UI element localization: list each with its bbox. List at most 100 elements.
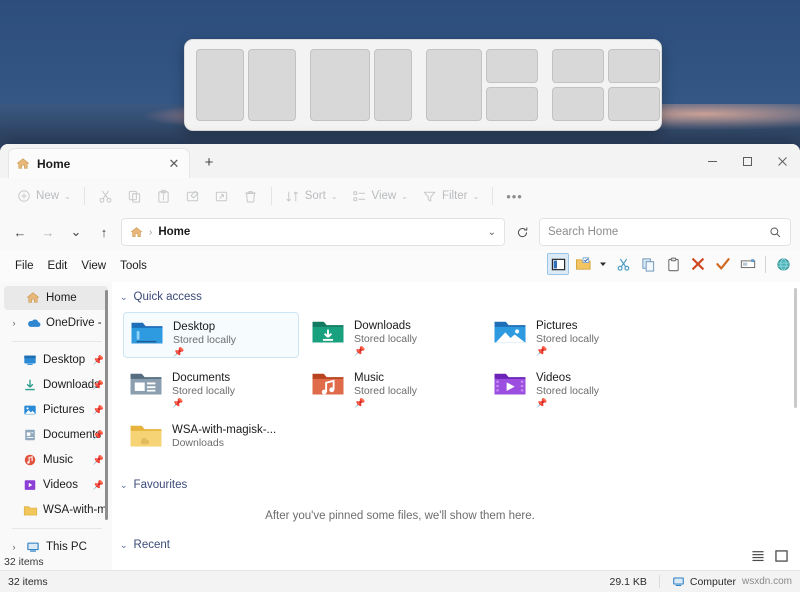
tiles-view-icon[interactable] (775, 550, 788, 562)
snap-zone[interactable] (248, 49, 296, 121)
quick-access-item-videos[interactable]: Videos Stored locally 📌 (487, 364, 663, 410)
sidebar-item-music[interactable]: Music 📌 (4, 448, 108, 472)
content-scrollbar[interactable] (794, 288, 797, 408)
sidebar-item-documents[interactable]: Documents 📌 (4, 423, 108, 447)
search-input[interactable]: Search Home (548, 226, 769, 238)
view-button[interactable]: View ⌄ (345, 185, 415, 208)
snap-zone[interactable] (552, 87, 604, 121)
sidebar-item-downloads[interactable]: Downloads 📌 (4, 373, 108, 397)
item-subtitle: Stored locally (536, 333, 599, 345)
status-size: 29.1 KB (610, 576, 647, 588)
see-more-button[interactable]: ••• (499, 185, 530, 208)
chevron-down-icon: ⌄ (120, 480, 128, 491)
section-header-recent[interactable]: ⌄ Recent (120, 534, 800, 556)
share-button[interactable] (207, 185, 236, 208)
delete-red-x-icon[interactable] (687, 253, 709, 275)
delete-button[interactable] (236, 185, 265, 208)
address-bar[interactable]: › Home ⌄ (121, 218, 505, 246)
item-subtitle: Stored locally (173, 334, 236, 346)
menu-view[interactable]: View (74, 258, 113, 274)
open-folder-icon[interactable] (572, 253, 594, 275)
snap-layouts-flyout[interactable] (184, 39, 662, 131)
snap-zone[interactable] (310, 49, 370, 121)
up-button[interactable]: ↑ (93, 221, 115, 243)
sort-label: Sort (305, 190, 326, 202)
sidebar-scrollbar[interactable] (105, 290, 108, 520)
section-header-quick-access[interactable]: ⌄ Quick access (120, 286, 800, 308)
filter-button[interactable]: Filter ⌄ (415, 185, 486, 208)
chevron-right-icon[interactable]: › (8, 318, 20, 328)
panes-toggle-icon[interactable] (547, 253, 569, 275)
cut-icon[interactable] (612, 253, 634, 275)
menu-edit[interactable]: Edit (41, 258, 75, 274)
sidebar-item-wsa[interactable]: WSA-with-ma (4, 498, 108, 522)
search-icon (769, 226, 782, 239)
new-tab-button[interactable]: + (200, 154, 218, 171)
chevron-down-icon[interactable]: ⌄ (488, 227, 496, 238)
command-bar: New ⌄ Sort ⌄ View ⌄ (0, 178, 800, 214)
breadcrumb-separator: › (149, 227, 152, 238)
documents-folder-icon (129, 369, 163, 399)
minimize-button[interactable] (695, 144, 730, 178)
paste-icon (156, 189, 171, 204)
new-button[interactable]: New ⌄ (10, 185, 78, 207)
quick-access-item-documents[interactable]: Documents Stored locally 📌 (123, 364, 299, 410)
sidebar-item-home[interactable]: › Home (4, 286, 108, 310)
maximize-button[interactable] (730, 144, 765, 178)
quick-access-item-pictures[interactable]: Pictures Stored locally 📌 (487, 312, 663, 358)
snap-zone[interactable] (552, 49, 604, 83)
navigation-pane: › Home › OneDrive - Pe Desktop 📌 Downloa… (0, 282, 112, 570)
snap-layout-option-three-zone-left-big[interactable] (426, 49, 538, 121)
section-header-favourites[interactable]: ⌄ Favourites (120, 474, 800, 496)
recent-locations-button[interactable]: ⌄ (65, 221, 87, 243)
forward-button[interactable]: → (37, 221, 59, 243)
cut-button[interactable] (91, 185, 120, 208)
refresh-button[interactable] (511, 221, 533, 243)
chevron-right-icon[interactable]: › (8, 542, 20, 552)
snap-zone[interactable] (486, 49, 538, 83)
snap-zone[interactable] (426, 49, 482, 121)
quick-access-item-desktop[interactable]: Desktop Stored locally 📌 (123, 312, 299, 358)
paste-button[interactable] (149, 185, 178, 208)
snap-zone[interactable] (196, 49, 244, 121)
snap-zone[interactable] (608, 49, 660, 83)
quick-access-grid: Desktop Stored locally 📌 Downloads Store… (120, 312, 800, 468)
dropdown-caret-icon[interactable] (597, 253, 609, 275)
properties-globe-icon[interactable] (772, 253, 794, 275)
divider (12, 341, 102, 342)
breadcrumb-home[interactable]: Home (158, 226, 190, 238)
rename-button[interactable] (178, 185, 207, 208)
quick-access-item-wsa[interactable]: WSA-with-magisk-... Downloads (123, 416, 299, 462)
snap-zone[interactable] (486, 87, 538, 121)
music-folder-icon (311, 369, 345, 399)
sort-button[interactable]: Sort ⌄ (278, 185, 345, 208)
sidebar-item-onedrive[interactable]: › OneDrive - Pe (4, 311, 108, 335)
sidebar-item-desktop[interactable]: Desktop 📌 (4, 348, 108, 372)
quick-access-item-music[interactable]: Music Stored locally 📌 (305, 364, 481, 410)
sidebar-item-videos[interactable]: Videos 📌 (4, 473, 108, 497)
menu-tools[interactable]: Tools (113, 258, 154, 274)
menu-file[interactable]: File (8, 258, 41, 274)
filter-icon (422, 189, 437, 204)
copy-icon[interactable] (637, 253, 659, 275)
snap-layout-option-four-zone-grid[interactable] (552, 49, 660, 121)
sidebar-item-pictures[interactable]: Pictures 📌 (4, 398, 108, 422)
tab-home[interactable]: Home ✕ (8, 148, 190, 178)
rename-icon[interactable] (737, 253, 759, 275)
close-icon[interactable]: ✕ (166, 156, 182, 172)
search-box[interactable]: Search Home (539, 218, 791, 246)
confirm-check-icon[interactable] (712, 253, 734, 275)
snap-zone[interactable] (374, 49, 412, 121)
paste-icon[interactable] (662, 253, 684, 275)
close-button[interactable] (765, 144, 800, 178)
item-name: Videos (536, 372, 571, 384)
snap-layout-option-two-column-wide-left[interactable] (310, 49, 412, 121)
snap-layout-option-two-column-equal[interactable] (196, 49, 296, 121)
details-view-icon[interactable] (751, 550, 765, 562)
quick-access-item-downloads[interactable]: Downloads Stored locally 📌 (305, 312, 481, 358)
back-button[interactable]: ← (9, 221, 31, 243)
copy-button[interactable] (120, 185, 149, 208)
computer-icon (672, 576, 685, 588)
snap-zone[interactable] (608, 87, 660, 121)
pin-icon: 📌 (173, 347, 236, 358)
